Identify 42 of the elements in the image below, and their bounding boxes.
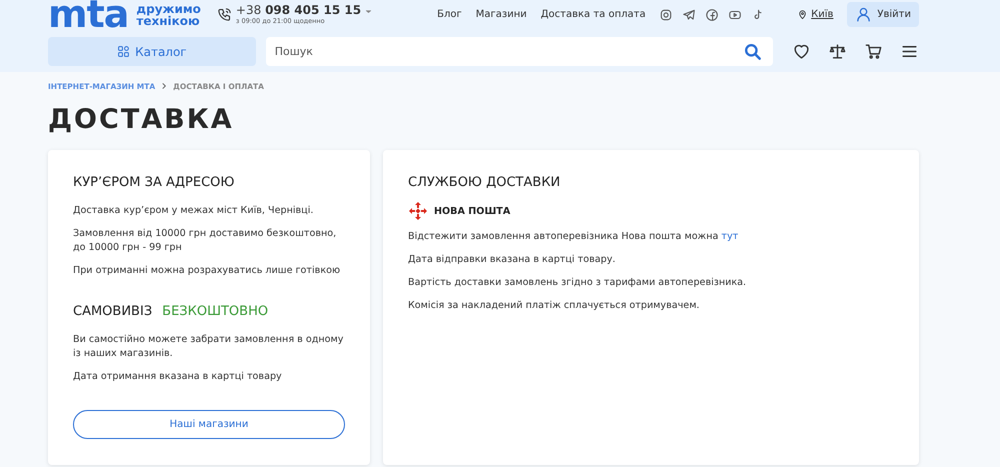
- carrier-logo-icon: [408, 201, 428, 221]
- search-field[interactable]: Пошук: [266, 37, 773, 66]
- logo[interactable]: mta: [48, 0, 128, 29]
- section-heading: КУР’ЄРОМ ЗА АДРЕСОЮ: [73, 175, 236, 190]
- cart-icon[interactable]: [864, 42, 883, 61]
- catalog-button[interactable]: Каталог: [48, 37, 256, 66]
- caret-icon[interactable]: [365, 8, 372, 15]
- nav-link[interactable]: Блог: [437, 9, 462, 20]
- search-input[interactable]: Пошук: [274, 39, 743, 64]
- section-heading: САМОВИВІЗ: [73, 304, 152, 319]
- stores-button[interactable]: Наші магазини: [73, 410, 345, 439]
- logo-tagline: дружимо технікою: [136, 2, 201, 26]
- nav-link[interactable]: Доставка та оплата: [540, 9, 646, 20]
- phone-number[interactable]: +38 098 405 15 15: [236, 4, 362, 17]
- paragraph: Дата отримання вказана в картці товару: [73, 370, 283, 384]
- section-heading: СЛУЖБОЮ ДОСТАВКИ: [408, 175, 562, 190]
- carrier-name: НОВА ПОШТА: [434, 206, 510, 216]
- paragraph: Дата відправки вказана в картці товару.: [408, 253, 616, 267]
- facebook-icon[interactable]: [704, 8, 719, 22]
- heart-icon[interactable]: [792, 42, 811, 61]
- search-icon[interactable]: [743, 42, 762, 61]
- paragraph: Замовлення від 10000 грн доставимо безкоштовно, до 10000 грн - 99 грн: [73, 227, 338, 255]
- paragraph: Доставка кур’єром у межах міст Київ, Чернівці.: [73, 204, 314, 218]
- chevron-right-icon[interactable]: [160, 82, 168, 90]
- page-title: ДОСТАВКА: [48, 104, 235, 136]
- tracking-link[interactable]: тут: [721, 231, 738, 242]
- city-link[interactable]: Київ: [811, 9, 834, 20]
- paragraph: При отриманні можна розрахуватись лише готівкою: [73, 264, 342, 278]
- free-label: БЕЗКОШТОВНО: [162, 304, 268, 319]
- paragraph: Відстежити замовлення автоперевізника Нова пошта можна тут: [408, 230, 740, 244]
- user-icon[interactable]: [855, 6, 872, 23]
- scales-icon[interactable]: [828, 42, 847, 61]
- login-button[interactable]: Увійти: [847, 2, 919, 27]
- location-pin-icon[interactable]: [797, 9, 808, 20]
- grid-icon[interactable]: [117, 45, 130, 58]
- phone-icon[interactable]: [216, 7, 232, 22]
- paragraph: Комісія за накладений платіж сплачується отримувачем.: [408, 299, 700, 313]
- nav-link[interactable]: Магазини: [476, 9, 527, 20]
- paragraph: Ви самостійно можете забрати замовлення в одному із наших магазинів.: [73, 333, 344, 361]
- telegram-icon[interactable]: [682, 8, 696, 22]
- paragraph: Вартість доставки замовлень згідно з тарифами автоперевізника.: [408, 276, 748, 290]
- instagram-icon[interactable]: [658, 8, 673, 22]
